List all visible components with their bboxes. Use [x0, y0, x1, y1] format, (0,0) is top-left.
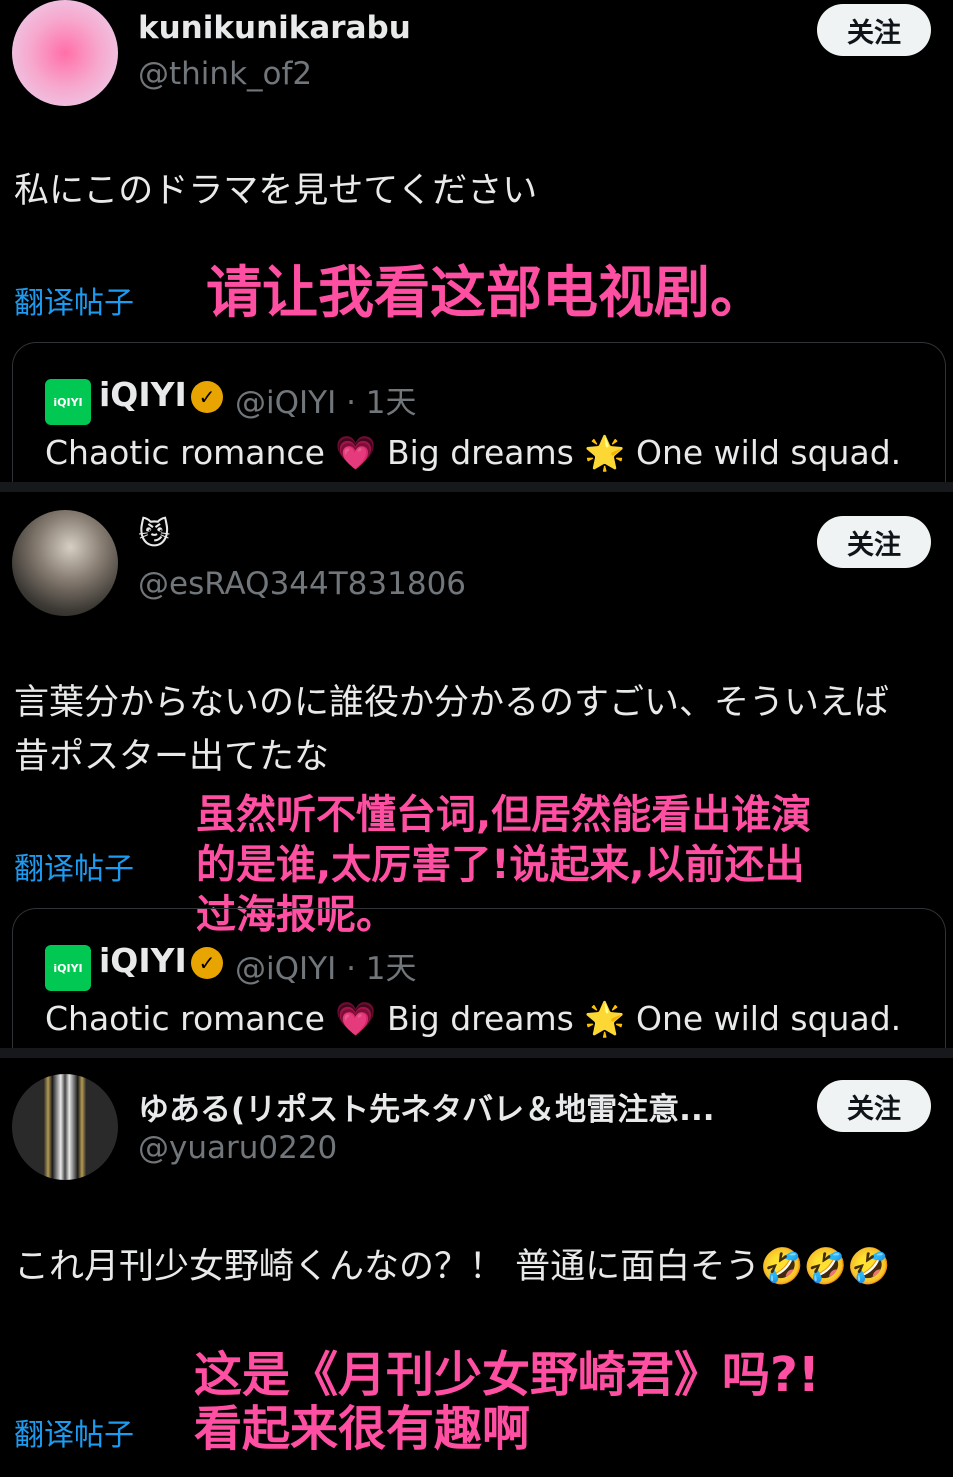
quote-text-part: One wild squad. [635, 999, 902, 1038]
translate-post-link[interactable]: 翻译帖子 [14, 1410, 134, 1454]
display-name[interactable]: kunikunikarabu [138, 10, 411, 46]
user-handle[interactable]: @yuaru0220 [138, 1130, 337, 1166]
quote-text: Chaotic romance 💗 Big dreams 🌟 One wild … [45, 999, 901, 1039]
user-handle[interactable]: @esRAQ344T831806 [138, 566, 466, 602]
follow-button[interactable]: 关注 [817, 4, 931, 56]
avatar[interactable] [12, 0, 118, 106]
quote-text-part: Chaotic romance [45, 999, 325, 1038]
quoted-post[interactable]: iQIYI iQIYI ✓ @iQIYI · 1天 Chaotic romanc… [12, 342, 946, 482]
quote-author-name: iQIYI [99, 941, 187, 980]
translation-line: 看起来很有趣啊 [194, 1401, 531, 1457]
translation-line: 虽然听不懂台词,但居然能看出谁演 [196, 792, 812, 838]
quote-text-part: Big dreams [386, 999, 574, 1038]
post-3: ゆある(リポスト先ネタバレ＆地雷注意... @yuaru0220 关注 これ月刊… [0, 1058, 953, 1477]
translation-line: 这是《月刊少女野崎君》吗?! [194, 1347, 820, 1403]
translation-overlay: 这是《月刊少女野崎君》吗?! 看起来很有趣啊 [194, 1348, 820, 1456]
post-2: 😼 @esRAQ344T831806 关注 言葉分からないのに誰役か分かるのすご… [0, 492, 953, 1048]
follow-button[interactable]: 关注 [817, 1080, 931, 1132]
heart-icon: 💗 [335, 433, 377, 472]
user-handle[interactable]: @think_of2 [138, 56, 312, 92]
avatar[interactable] [12, 1074, 118, 1180]
post-divider [0, 1048, 953, 1058]
iqiyi-logo-icon: iQIYI [45, 379, 91, 425]
heart-icon: 💗 [335, 999, 377, 1038]
translation-overlay: 请让我看这部电视剧。 [206, 261, 766, 326]
post-text: 言葉分からないのに誰役か分かるのすごい、そういえば昔ポスター出てたな [14, 683, 890, 777]
translate-post-link[interactable]: 翻译帖子 [14, 278, 134, 322]
quote-author-name: iQIYI [99, 375, 187, 414]
quoted-post[interactable]: iQIYI iQIYI ✓ @iQIYI · 1天 Chaotic romanc… [12, 908, 946, 1048]
quote-handle: @iQIYI · 1天 [235, 951, 417, 987]
quote-text-part: Chaotic romance [45, 433, 325, 472]
verified-badge-icon: ✓ [191, 381, 223, 413]
post-text: 私にこのドラマを見せてください [14, 171, 538, 211]
post-divider [0, 482, 953, 492]
post-text: これ月刊少女野崎くんなの？！ 普通に面白そう🤣🤣🤣 [14, 1247, 891, 1287]
post-1: kunikunikarabu @think_of2 关注 私にこのドラマを見せて… [0, 0, 953, 482]
verified-badge-icon: ✓ [191, 947, 223, 979]
star-icon: 🌟 [584, 999, 626, 1038]
quote-text-part: Big dreams [386, 433, 574, 472]
translate-post-link[interactable]: 翻译帖子 [14, 844, 134, 888]
quote-text-part: One wild squad. [635, 433, 902, 472]
display-name[interactable]: ゆある(リポスト先ネタバレ＆地雷注意... [138, 1084, 715, 1129]
quote-handle: @iQIYI · 1天 [235, 385, 417, 421]
star-icon: 🌟 [584, 433, 626, 472]
quote-text: Chaotic romance 💗 Big dreams 🌟 One wild … [45, 433, 901, 473]
iqiyi-logo-icon: iQIYI [45, 945, 91, 991]
follow-button[interactable]: 关注 [817, 516, 931, 568]
display-name[interactable]: 😼 [138, 516, 170, 552]
translation-line: 的是谁,太厉害了!说起来,以前还出 [196, 842, 805, 888]
avatar[interactable] [12, 510, 118, 616]
